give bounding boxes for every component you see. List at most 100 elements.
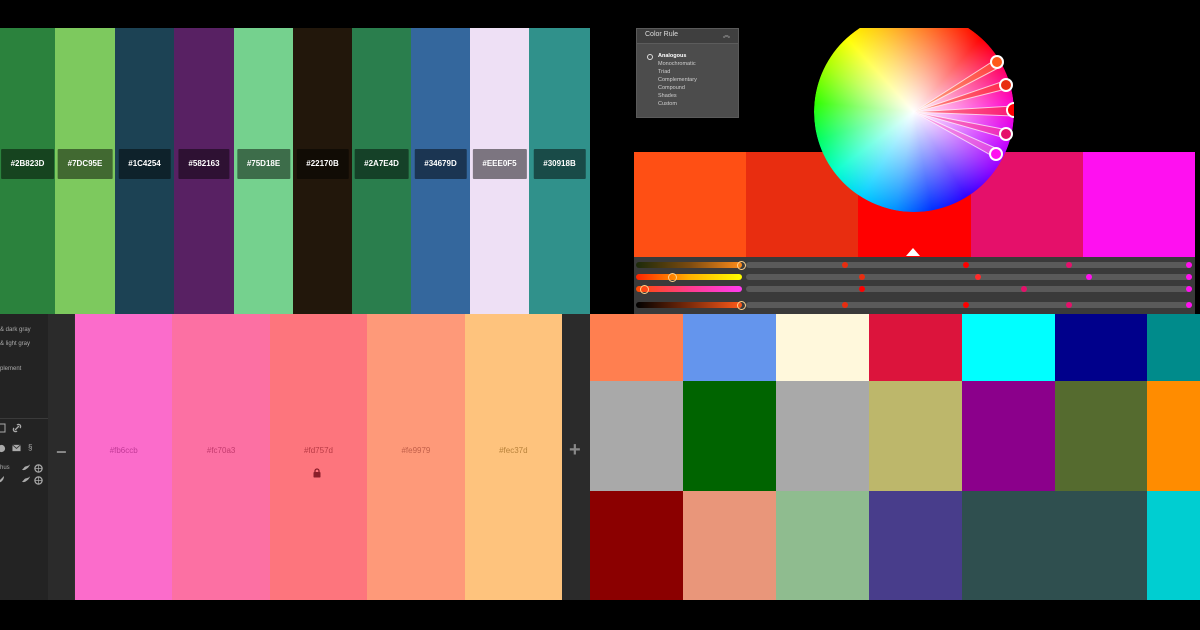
color-rule-option[interactable]: Shades bbox=[658, 93, 677, 99]
slider-track[interactable] bbox=[746, 302, 1192, 308]
dribbble-icon[interactable] bbox=[34, 476, 43, 485]
editor-swatch[interactable]: #fc70a3 bbox=[172, 314, 270, 600]
hex-label[interactable]: #fc70a3 bbox=[172, 446, 269, 455]
value-mini-track[interactable] bbox=[636, 302, 742, 308]
add-color-button[interactable]: + bbox=[569, 439, 581, 462]
slider-marker[interactable] bbox=[1186, 286, 1192, 292]
chevron-up-icon[interactable]: ︽ bbox=[723, 30, 730, 40]
palette-swatch[interactable]: #30918B bbox=[529, 28, 590, 314]
twitter-icon[interactable] bbox=[0, 476, 4, 484]
hex-label[interactable]: #fe9979 bbox=[367, 446, 464, 455]
grid-color-cell[interactable] bbox=[869, 314, 962, 381]
slider-marker[interactable] bbox=[975, 274, 981, 280]
grid-color-cell[interactable] bbox=[776, 491, 869, 600]
link-icon[interactable] bbox=[12, 423, 22, 433]
color-rule-option[interactable]: Custom bbox=[658, 101, 677, 107]
share-icon[interactable] bbox=[0, 444, 6, 453]
grid-color-cell[interactable] bbox=[1147, 314, 1200, 381]
wheel-handle[interactable] bbox=[989, 147, 1003, 161]
editor-swatch[interactable]: #fd757d bbox=[269, 314, 368, 600]
color-rule-option[interactable]: Monochromatic bbox=[658, 61, 696, 67]
file-icon[interactable] bbox=[0, 423, 6, 433]
palette-swatch[interactable]: #75D18E bbox=[234, 28, 293, 314]
radio-icon[interactable] bbox=[647, 54, 653, 60]
slider-track[interactable] bbox=[746, 286, 1192, 292]
section-icon[interactable]: § bbox=[28, 443, 32, 452]
slider-marker[interactable] bbox=[963, 302, 969, 308]
color-rule-option[interactable]: Triad bbox=[658, 69, 670, 75]
palette-swatch[interactable]: #2A7E4D bbox=[352, 28, 411, 314]
slider-track[interactable] bbox=[746, 274, 1192, 280]
color-rule-option[interactable]: Complementary bbox=[658, 77, 697, 83]
remove-color-button[interactable]: − bbox=[56, 442, 67, 463]
grid-color-cell[interactable] bbox=[590, 314, 683, 381]
wheel-handle[interactable] bbox=[1006, 102, 1014, 118]
editor-swatch[interactable]: #fec37d bbox=[464, 314, 563, 600]
mail-icon[interactable] bbox=[12, 444, 21, 452]
dribbble-icon[interactable] bbox=[34, 464, 43, 473]
grid-color-cell[interactable] bbox=[683, 491, 776, 600]
slider-handle[interactable] bbox=[737, 261, 746, 270]
bright-mini-track[interactable] bbox=[636, 286, 742, 292]
slider-marker[interactable] bbox=[963, 262, 969, 268]
slider-marker[interactable] bbox=[842, 302, 848, 308]
twitter-icon[interactable] bbox=[22, 464, 31, 472]
hex-label[interactable]: #fb6ccb bbox=[75, 446, 172, 455]
slider-marker[interactable] bbox=[859, 286, 865, 292]
slider-marker[interactable] bbox=[1066, 302, 1072, 308]
slider-marker[interactable] bbox=[1066, 262, 1072, 268]
slider-track[interactable] bbox=[746, 262, 1192, 268]
grid-color-cell[interactable] bbox=[869, 491, 962, 600]
editor-swatch[interactable]: #fb6ccb bbox=[75, 314, 173, 600]
slider-marker[interactable] bbox=[1021, 286, 1027, 292]
grid-color-cell[interactable] bbox=[1055, 314, 1147, 381]
hex-label[interactable]: #fd757d bbox=[270, 446, 367, 455]
slider-marker[interactable] bbox=[1086, 274, 1092, 280]
color-rule-option[interactable]: Analogous bbox=[658, 53, 686, 59]
wheel-handle[interactable] bbox=[990, 55, 1004, 69]
palette-swatch[interactable]: #582163 bbox=[174, 28, 234, 314]
grid-color-cell[interactable] bbox=[590, 491, 683, 600]
grid-color-cell[interactable] bbox=[962, 381, 1055, 491]
grid-color-cell[interactable] bbox=[962, 491, 1055, 600]
harmony-swatch[interactable] bbox=[1082, 152, 1195, 257]
slider-marker[interactable] bbox=[842, 262, 848, 268]
grid-color-cell[interactable] bbox=[1147, 381, 1200, 491]
sat-mini-track[interactable] bbox=[636, 274, 742, 280]
slider-marker[interactable] bbox=[1186, 302, 1192, 308]
grid-color-cell[interactable] bbox=[590, 381, 683, 491]
grid-color-cell[interactable] bbox=[1147, 491, 1200, 600]
wheel-handle[interactable] bbox=[999, 127, 1013, 141]
grid-color-cell[interactable] bbox=[869, 381, 962, 491]
color-sliders[interactable] bbox=[634, 257, 1195, 314]
grid-color-cell[interactable] bbox=[962, 314, 1055, 381]
palette-swatch[interactable]: #22170B bbox=[293, 28, 352, 314]
twitter-icon[interactable] bbox=[22, 476, 31, 484]
hex-label[interactable]: #fec37d bbox=[465, 446, 562, 455]
color-rule-header[interactable]: Color Rule ︽ bbox=[637, 29, 738, 44]
slider-marker[interactable] bbox=[1186, 274, 1192, 280]
grid-color-cell[interactable] bbox=[683, 381, 776, 491]
grid-color-cell[interactable] bbox=[683, 314, 776, 381]
slider-marker[interactable] bbox=[859, 274, 865, 280]
slider-handle[interactable] bbox=[668, 273, 677, 282]
grid-color-cell[interactable] bbox=[776, 381, 869, 491]
palette-swatch[interactable]: #7DC95E bbox=[55, 28, 115, 314]
hue-mini-track[interactable] bbox=[636, 262, 742, 268]
palette-swatch[interactable]: #2B823D bbox=[0, 28, 55, 314]
slider-handle[interactable] bbox=[737, 301, 746, 310]
harmony-swatch[interactable] bbox=[634, 152, 746, 257]
palette-swatch[interactable]: #34679D bbox=[411, 28, 470, 314]
editor-swatch[interactable]: #fe9979 bbox=[367, 314, 465, 600]
wheel-handle[interactable] bbox=[999, 78, 1013, 92]
grid-color-cell[interactable] bbox=[1055, 491, 1147, 600]
slider-marker[interactable] bbox=[1186, 262, 1192, 268]
palette-swatch[interactable]: #EEE0F5 bbox=[470, 28, 529, 314]
slider-handle[interactable] bbox=[640, 285, 649, 294]
grid-color-cell[interactable] bbox=[1055, 381, 1147, 491]
palette-swatch[interactable]: #1C4254 bbox=[115, 28, 174, 314]
grid-color-cell[interactable] bbox=[776, 314, 869, 381]
color-rule-option[interactable]: Compound bbox=[658, 85, 685, 91]
lock-icon[interactable] bbox=[313, 468, 321, 478]
color-wheel[interactable] bbox=[814, 28, 1014, 212]
